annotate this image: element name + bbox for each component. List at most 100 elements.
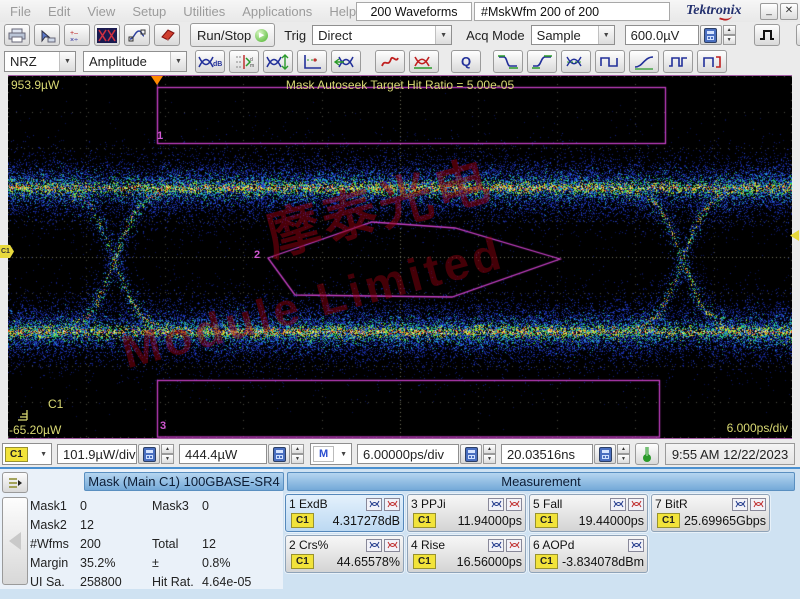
spinner-down-icon[interactable]: ▼ xyxy=(161,454,174,464)
minimize-button[interactable]: _ xyxy=(760,3,778,20)
measurement-cell-rise[interactable]: 4 Rise C1 16.56000ps xyxy=(407,535,526,573)
measurement-label: 6 AOPd xyxy=(533,538,575,552)
measure-category-select[interactable]: Amplitude ▼ xyxy=(83,51,187,72)
meas-pulse-button[interactable] xyxy=(595,50,625,73)
measurement-cell-crs[interactable]: 2 Crs% C1 44.65578% xyxy=(285,535,404,573)
vertical-offset-keypad-button[interactable] xyxy=(268,444,290,464)
horizontal-scale-field[interactable]: 6.00000ps/div xyxy=(357,444,459,464)
menu-edit[interactable]: Edit xyxy=(48,4,70,19)
eye-align-button[interactable] xyxy=(331,50,361,73)
measurement-label: 3 PPJi xyxy=(411,497,446,511)
measurement-cell-fall[interactable]: 5 Fall C1 19.44000ps xyxy=(529,494,648,532)
menu-utilities[interactable]: Utilities xyxy=(183,4,225,19)
histogram-button[interactable] xyxy=(297,50,327,73)
trigger-level-keypad-button[interactable] xyxy=(699,25,722,45)
eye-autoscale-button[interactable] xyxy=(263,50,293,73)
menu-applications[interactable]: Applications xyxy=(242,4,312,19)
eye-mask-red-icon[interactable] xyxy=(750,497,766,511)
eye-mask-red-icon[interactable] xyxy=(506,497,522,511)
meas-crossing-button[interactable] xyxy=(561,50,591,73)
spinner-up-icon[interactable]: ▲ xyxy=(617,444,630,454)
modulation-select[interactable]: NRZ ▼ xyxy=(4,51,76,72)
acq-mode-label: Acq Mode xyxy=(466,27,525,43)
spinner-up-icon[interactable]: ▲ xyxy=(161,444,174,454)
mask-hits-button[interactable] xyxy=(409,50,439,73)
vertical-scale-stepper[interactable]: ▲ ▼ xyxy=(161,444,174,464)
q-label: Q xyxy=(460,54,472,69)
meas-rise-button[interactable] xyxy=(527,50,557,73)
chevron-down-icon: ▼ xyxy=(597,26,614,44)
panel-collapse-button[interactable] xyxy=(2,497,28,585)
spinner-down-icon[interactable]: ▼ xyxy=(483,454,496,464)
timebase-select[interactable]: M ▼ xyxy=(310,443,352,465)
spinner-up-icon[interactable]: ▲ xyxy=(483,444,496,454)
touchscreen-button[interactable] xyxy=(34,24,60,46)
trigger-source-select[interactable]: Direct ▼ xyxy=(312,25,453,45)
run-stop-button[interactable]: Run/Stop ▶ xyxy=(190,23,276,47)
horizontal-position-keypad-button[interactable] xyxy=(594,444,616,464)
mask-db-button[interactable]: dB xyxy=(195,50,225,73)
spinner-up-icon[interactable]: ▲ xyxy=(722,25,736,35)
channel-select[interactable]: C1 ▼ xyxy=(2,443,52,465)
eye-mask-red-icon[interactable] xyxy=(384,497,400,511)
print-button[interactable] xyxy=(4,24,30,46)
autoset-vertical-button[interactable]: dm xyxy=(229,50,259,73)
menu-view[interactable]: View xyxy=(87,4,115,19)
menu-bar: File Edit View Setup Utilities Applicati… xyxy=(0,4,356,19)
eye-mask-icon[interactable] xyxy=(366,538,382,552)
eye-mask-icon[interactable] xyxy=(488,497,504,511)
spinner-down-icon[interactable]: ▼ xyxy=(617,454,630,464)
eye-mask-red-icon[interactable] xyxy=(384,538,400,552)
erase-button[interactable] xyxy=(154,24,180,46)
vertical-offset-field[interactable]: 444.4µW xyxy=(179,444,267,464)
q-factor-button[interactable]: Q xyxy=(451,50,481,73)
autoset-edge-button[interactable] xyxy=(753,24,780,46)
eye-mask-icon[interactable] xyxy=(488,538,504,552)
horizontal-scale-stepper[interactable]: ▲ ▼ xyxy=(483,444,496,464)
annotation-button[interactable] xyxy=(375,50,405,73)
meas-fall-button[interactable] xyxy=(493,50,523,73)
chevron-down-icon: ▼ xyxy=(435,26,452,44)
measurement-cell-aopd[interactable]: 6 AOPd C1 -3.834078dBm xyxy=(529,535,648,573)
horizontal-scale-keypad-button[interactable] xyxy=(460,444,482,464)
close-button[interactable]: ✕ xyxy=(780,3,798,20)
eye-mask-red-icon[interactable] xyxy=(628,497,644,511)
trigger-level-field[interactable]: 600.0µV xyxy=(624,25,699,45)
flyout-menu-icon xyxy=(7,476,23,489)
vertical-scale-keypad-button[interactable] xyxy=(138,444,160,464)
eye-mask-icon[interactable] xyxy=(732,497,748,511)
mask-row-value: 12 xyxy=(80,517,94,532)
menu-file[interactable]: File xyxy=(10,4,31,19)
vertical-offset-stepper[interactable]: ▲ ▼ xyxy=(291,444,304,464)
temperature-button[interactable] xyxy=(635,443,659,465)
meas-nrz-button[interactable] xyxy=(697,50,727,73)
toolbar-measure: NRZ ▼ Amplitude ▼ dB dm Q xyxy=(0,48,800,75)
svg-text:dB: dB xyxy=(213,61,222,68)
trigger-level-stepper[interactable]: ▲ ▼ xyxy=(722,25,736,45)
vertical-scale-field[interactable]: 101.9µW/div xyxy=(57,444,137,464)
spinner-down-icon[interactable]: ▼ xyxy=(291,454,304,464)
mask-button[interactable] xyxy=(94,24,120,46)
eye-mask-icon[interactable] xyxy=(610,497,626,511)
step-waveform-icon xyxy=(667,54,689,70)
measurement-cell-exdb[interactable]: 1 ExdB C1 4.317278dB xyxy=(285,494,404,532)
waveform-cursors-button[interactable] xyxy=(124,24,150,46)
eye-mask-icon[interactable] xyxy=(628,538,644,552)
acq-mode-select[interactable]: Sample ▼ xyxy=(530,25,615,45)
measurement-cell-ppji[interactable]: 3 PPJi C1 11.94000ps xyxy=(407,494,526,532)
math-button[interactable]: +– ×÷ xyxy=(64,24,90,46)
spinner-up-icon[interactable]: ▲ xyxy=(291,444,304,454)
menu-setup[interactable]: Setup xyxy=(132,4,166,19)
spinner-down-icon[interactable]: ▼ xyxy=(722,35,736,45)
eye-mask-icon[interactable] xyxy=(366,497,382,511)
horizontal-position-field[interactable]: 20.03516ns xyxy=(501,444,593,464)
menu-help[interactable]: Help xyxy=(329,4,356,19)
panel-menu-button[interactable] xyxy=(2,472,28,493)
meas-edge-button[interactable] xyxy=(629,50,659,73)
eye-mask-red-icon[interactable] xyxy=(506,538,522,552)
horizontal-position-stepper[interactable]: ▲ ▼ xyxy=(617,444,630,464)
measurement-cell-bitr[interactable]: 7 BitR C1 25.69965Gbps xyxy=(651,494,770,532)
meas-amplitude-button[interactable] xyxy=(663,50,693,73)
set-50pct-button[interactable]: 50% xyxy=(795,24,800,46)
chevron-down-icon: ▼ xyxy=(40,450,47,458)
